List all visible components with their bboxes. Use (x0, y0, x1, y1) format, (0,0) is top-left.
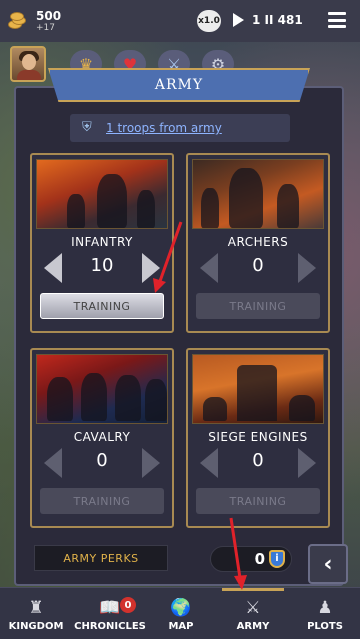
increase-arrow-icon[interactable] (140, 448, 162, 478)
hood-icon: ♟ (317, 597, 333, 618)
nav-plots[interactable]: ♟ PLOTS (298, 588, 352, 639)
gold-amount: 500 (36, 8, 62, 23)
infantry-image (36, 159, 168, 229)
nav-label: CHRONICLES (74, 620, 146, 632)
training-button[interactable]: TRAINING (40, 488, 164, 514)
siege-engines-image (192, 354, 324, 424)
panel-header: ARMY (48, 68, 310, 102)
castle-icon: ♜ (28, 597, 44, 618)
book-icon: 📖 (99, 597, 121, 618)
speed-button[interactable]: x1.0 (197, 10, 221, 32)
training-button[interactable]: TRAINING (196, 488, 320, 514)
ruler-portrait[interactable] (10, 46, 46, 82)
perks-count-value: 0 (254, 550, 265, 568)
troops-bar[interactable]: ⛨ 1 troops from army (70, 114, 290, 142)
game-date: 1 II 481 (252, 13, 303, 27)
unit-name: ARCHERS (227, 235, 289, 249)
crossed-swords-icon: ⚔ (245, 597, 261, 618)
nav-kingdom[interactable]: ♜ KINGDOM (4, 588, 68, 639)
nav-label: MAP (168, 620, 194, 632)
increase-arrow-icon[interactable] (140, 253, 162, 283)
training-button[interactable]: TRAINING (196, 293, 320, 319)
nav-army[interactable]: ⚔ ARMY (226, 588, 280, 639)
top-bar: 500 +17 (0, 0, 360, 42)
gold-counter: 500 +17 (36, 10, 61, 33)
training-button[interactable]: TRAINING (40, 293, 164, 319)
shield-info-icon: i (269, 550, 285, 568)
unit-name: INFANTRY (71, 235, 133, 249)
unit-name: SIEGE ENGINES (208, 430, 308, 444)
panel-title: ARMY (154, 77, 204, 93)
nav-chronicles[interactable]: 📖 CHRONICLES (72, 588, 148, 639)
play-icon[interactable] (233, 13, 244, 27)
perks-counter[interactable]: 0 i (210, 546, 292, 572)
nav-map[interactable]: 🌍 MAP (156, 588, 206, 639)
unit-name: CAVALRY (73, 430, 131, 444)
gold-delta: +17 (36, 22, 55, 33)
globe-icon: 🌍 (170, 597, 192, 618)
increase-arrow-icon[interactable] (296, 448, 318, 478)
nav-label: ARMY (236, 620, 270, 632)
unit-card-archers: ARCHERS 0 TRAINING (186, 153, 330, 333)
troops-icon: ⛨ (82, 120, 92, 135)
unit-card-infantry: INFANTRY 10 TRAINING (30, 153, 174, 333)
notification-badge: 0 (120, 597, 136, 613)
cavalry-image (36, 354, 168, 424)
hamburger-menu-icon[interactable] (328, 12, 346, 28)
nav-label: PLOTS (307, 620, 343, 632)
unit-card-siege-engines: SIEGE ENGINES 0 TRAINING (186, 348, 330, 528)
nav-label: KINGDOM (8, 620, 64, 632)
unit-card-cavalry: CAVALRY 0 TRAINING (30, 348, 174, 528)
gold-coins-icon (8, 12, 30, 30)
back-button[interactable]: ‹ (308, 544, 348, 584)
bottom-nav: ♜ KINGDOM 📖 CHRONICLES 0 🌍 MAP ⚔ ARMY ♟ … (0, 587, 360, 639)
increase-arrow-icon[interactable] (296, 253, 318, 283)
archers-image (192, 159, 324, 229)
army-perks-button[interactable]: ARMY PERKS (34, 545, 168, 571)
troops-link[interactable]: 1 troops from army (106, 121, 222, 135)
